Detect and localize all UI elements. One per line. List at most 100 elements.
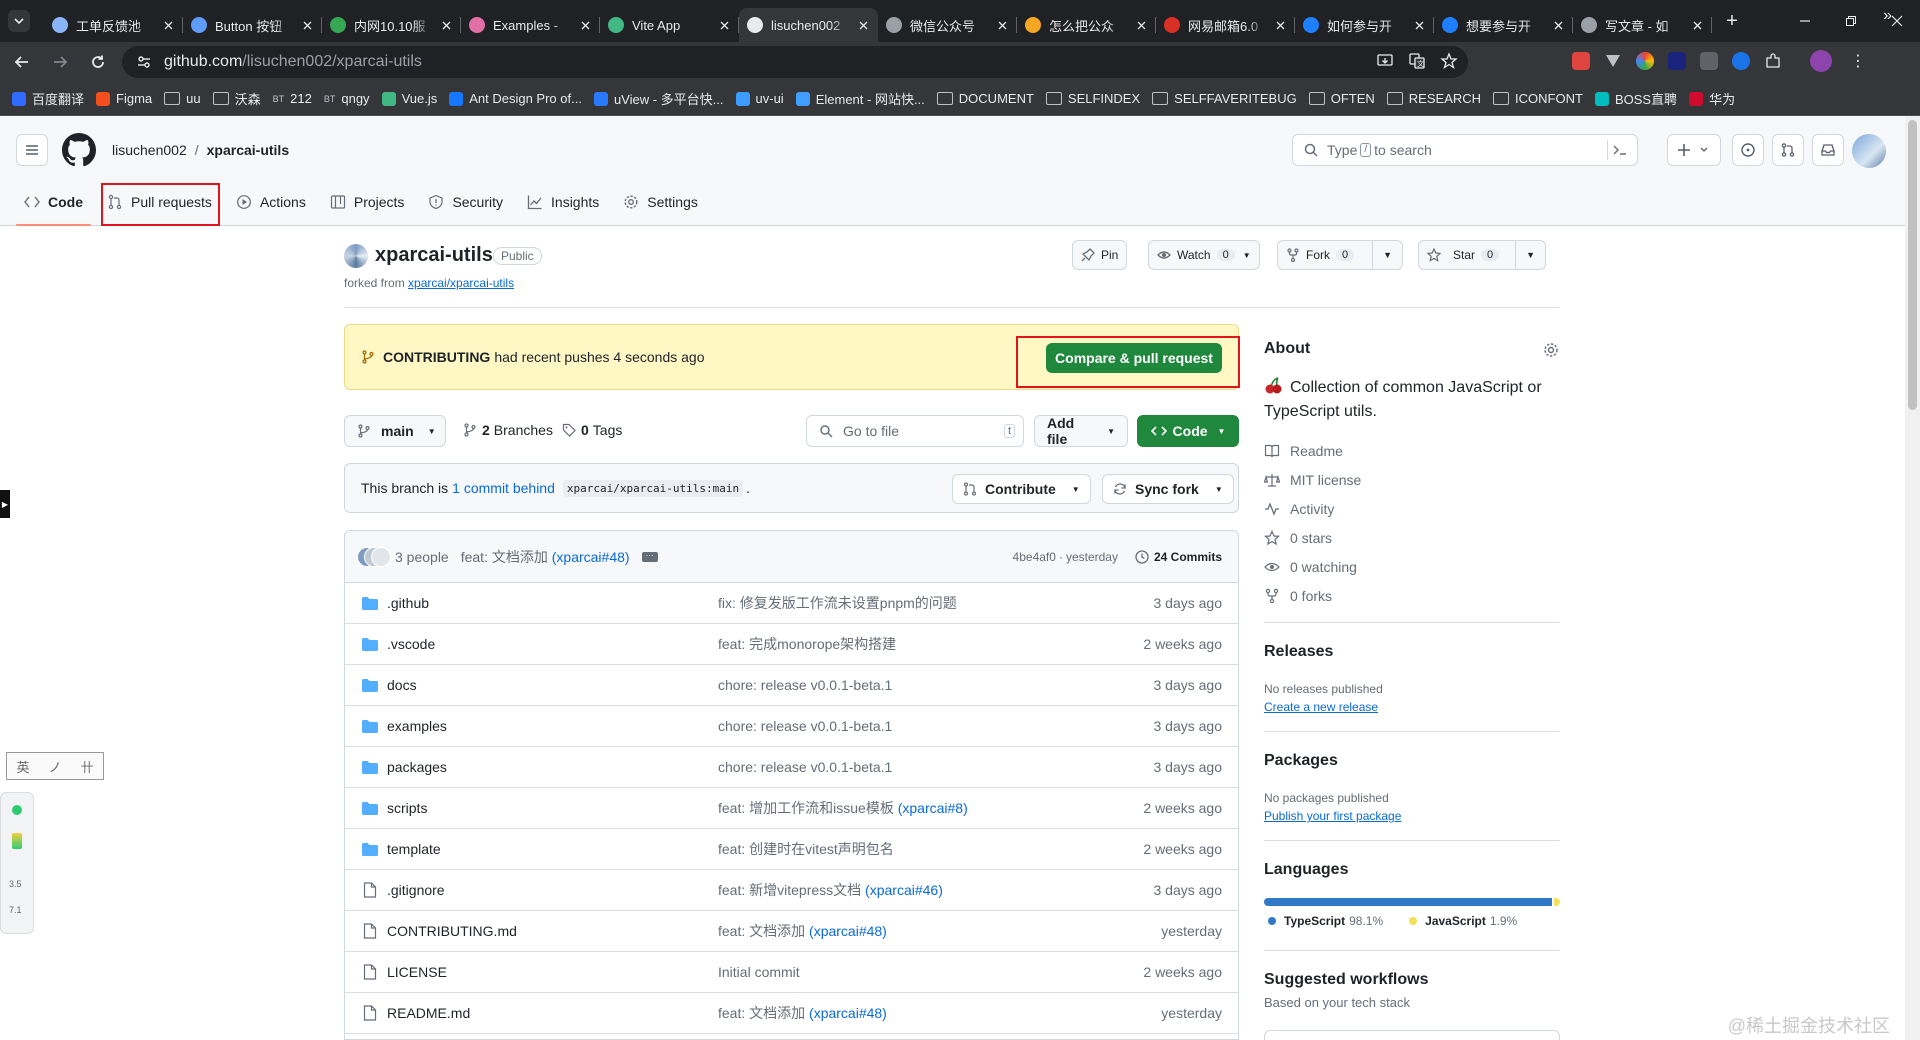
bookmark-folder[interactable]: DOCUMENT <box>936 91 1034 106</box>
code-button[interactable]: Code ▼ <box>1137 415 1239 447</box>
branches-link[interactable]: 2 Branches <box>462 422 553 438</box>
commit-message-link[interactable]: feat: 文档添加 (xparcai#48) <box>718 1003 887 1023</box>
bookmark-folder[interactable]: uu <box>164 91 201 106</box>
file-name-link[interactable]: examples <box>387 718 447 734</box>
scrollbar-thumb[interactable] <box>1908 120 1917 410</box>
bookmark-item[interactable]: Element - 网站快... <box>795 89 925 108</box>
extensions-puzzle-icon[interactable] <box>1764 52 1782 70</box>
branch-select[interactable]: main ▼ <box>344 415 446 447</box>
side-panel-toggle-icon[interactable]: ▶ <box>0 490 10 518</box>
bookmark-folder[interactable]: 沃森 <box>212 89 261 108</box>
tab-security[interactable]: Security <box>420 185 511 219</box>
tab-close-icon[interactable] <box>1412 18 1426 32</box>
bookmark-folder[interactable]: SELFINDEX <box>1045 91 1140 106</box>
license-link[interactable]: MIT license <box>1264 472 1361 488</box>
tab-search-icon[interactable] <box>8 10 30 32</box>
forks-link[interactable]: 0 forks <box>1264 588 1332 604</box>
commits-behind-link[interactable]: 1 commit behind <box>452 480 555 496</box>
bookmark-folder[interactable]: OFTEN <box>1308 91 1375 106</box>
commit-message-link[interactable]: feat: 创建时在vitest声明包名 <box>718 839 894 859</box>
commit-message-link[interactable]: feat: 新增vitepress文档 (xparcai#46) <box>718 880 943 900</box>
go-to-file-input[interactable]: Go to file t <box>806 415 1024 447</box>
commit-pr-link[interactable]: (xparcai#8) <box>898 800 968 816</box>
contributor-avatars[interactable] <box>357 546 391 567</box>
sync-fork-button[interactable]: Sync fork ▼ <box>1102 474 1234 504</box>
browser-tab[interactable]: 内网10.10服 <box>322 8 461 42</box>
repo-name-link[interactable]: xparcai-utils <box>207 142 289 158</box>
dark-extension-icon[interactable] <box>1668 52 1686 70</box>
tab-close-icon[interactable] <box>717 18 731 32</box>
star-button[interactable]: Star 0 ▼ <box>1418 240 1547 270</box>
bookmark-item[interactable]: BOSS直聘 <box>1594 89 1677 108</box>
commit-hash[interactable]: 4be4af0 <box>1013 550 1056 564</box>
commit-message-link[interactable]: fix: 修复发版工作流未设置pnpm的问题 <box>718 593 957 613</box>
command-palette-icon[interactable] <box>1607 140 1631 160</box>
forward-arrow-icon[interactable] <box>44 46 76 78</box>
tab-close-icon[interactable] <box>1551 18 1565 32</box>
tab-insights[interactable]: Insights <box>519 185 607 219</box>
commit-message-link[interactable]: chore: release v0.0.1-beta.1 <box>718 677 892 693</box>
language-item[interactable]: JavaScript 1.9% <box>1409 914 1517 928</box>
commit-pr-link[interactable]: (xparcai#46) <box>865 882 943 898</box>
latest-commit-pr-link[interactable]: (xparcai#48) <box>552 549 630 565</box>
bookmark-star-icon[interactable] <box>1440 52 1458 70</box>
star-dropdown-icon[interactable]: ▼ <box>1515 240 1545 270</box>
user-avatar[interactable] <box>1852 134 1886 168</box>
create-release-link[interactable]: Create a new release <box>1264 700 1378 714</box>
vuetify-extension-icon[interactable] <box>1604 52 1622 70</box>
bookmark-folder[interactable]: SELFFAVERITEBUG <box>1152 91 1297 106</box>
publish-package-link[interactable]: Publish your first package <box>1264 809 1401 823</box>
watch-button[interactable]: Watch 0 ▼ <box>1148 240 1260 270</box>
bookmark-item[interactable]: Ant Design Pro of... <box>449 91 582 106</box>
commits-count[interactable]: 24 Commits <box>1154 550 1222 564</box>
bookmark-item[interactable]: uv-ui <box>735 91 784 106</box>
bookmark-item[interactable]: Vue.js <box>381 91 437 106</box>
bookmark-folder[interactable]: RESEARCH <box>1386 91 1481 106</box>
fork-dropdown-icon[interactable]: ▼ <box>1372 240 1402 270</box>
ime-key[interactable]: ノ <box>48 757 61 776</box>
ellipsis-icon[interactable]: ··· <box>641 551 658 562</box>
commit-message-link[interactable]: chore: release v0.0.1-beta.1 <box>718 759 892 775</box>
bookmarks-overflow-icon[interactable]: » <box>1883 7 1892 25</box>
file-name-link[interactable]: CONTRIBUTING.md <box>387 923 517 939</box>
commit-message-link[interactable]: feat: 文档添加 (xparcai#48) <box>718 921 887 941</box>
browser-tab[interactable]: 微信公众号 <box>878 8 1017 42</box>
tab-close-icon[interactable] <box>578 18 592 32</box>
stars-link[interactable]: 0 stars <box>1264 530 1332 546</box>
gear-icon[interactable] <box>1542 341 1560 359</box>
browser-tab[interactable]: Button 按钮 <box>183 8 322 42</box>
tab-code[interactable]: Code <box>16 185 91 226</box>
network-monitor-widget[interactable]: 3.5 7.1 <box>0 792 34 934</box>
search-input[interactable]: Type / to search <box>1292 134 1638 166</box>
browser-tab[interactable]: 如何参与开 <box>1295 8 1434 42</box>
tags-link[interactable]: 0 Tags <box>561 422 622 438</box>
bookmark-item[interactable]: Figma <box>96 91 152 106</box>
file-name-link[interactable]: README.md <box>387 1005 470 1021</box>
wan-extension-icon[interactable] <box>1700 52 1718 70</box>
commit-message-link[interactable]: chore: release v0.0.1-beta.1 <box>718 718 892 734</box>
hamburger-menu-icon[interactable] <box>16 134 48 166</box>
bookmark-item[interactable]: BT 212 <box>273 91 312 106</box>
bookmark-item[interactable]: 华为 <box>1689 89 1735 108</box>
create-new-button[interactable] <box>1667 134 1721 166</box>
readme-link[interactable]: Readme <box>1264 443 1343 459</box>
commit-message-link[interactable]: feat: 完成monorope架构搭建 <box>718 634 896 654</box>
file-name-link[interactable]: packages <box>387 759 447 775</box>
repo-owner-link[interactable]: lisuchen002 <box>112 142 187 158</box>
close-window-icon[interactable] <box>1874 0 1920 42</box>
install-app-icon[interactable] <box>1376 52 1394 70</box>
pin-button[interactable]: Pin <box>1072 240 1128 270</box>
back-arrow-icon[interactable] <box>6 46 38 78</box>
language-item[interactable]: TypeScript 98.1% <box>1268 914 1383 928</box>
tab-actions[interactable]: Actions <box>228 185 314 219</box>
file-name-link[interactable]: .github <box>387 595 429 611</box>
file-name-link[interactable]: scripts <box>387 800 427 816</box>
browser-tab[interactable]: Vite App <box>600 8 739 42</box>
file-name-link[interactable]: .vscode <box>387 636 435 652</box>
fork-button[interactable]: Fork 0 ▼ <box>1277 240 1404 270</box>
inbox-icon[interactable] <box>1812 134 1844 166</box>
minimize-icon[interactable] <box>1782 0 1828 42</box>
bookmark-item[interactable]: uView - 多平台快... <box>593 89 724 108</box>
fe-extension-icon[interactable] <box>1572 52 1590 70</box>
workflow-card[interactable] <box>1264 1030 1560 1040</box>
